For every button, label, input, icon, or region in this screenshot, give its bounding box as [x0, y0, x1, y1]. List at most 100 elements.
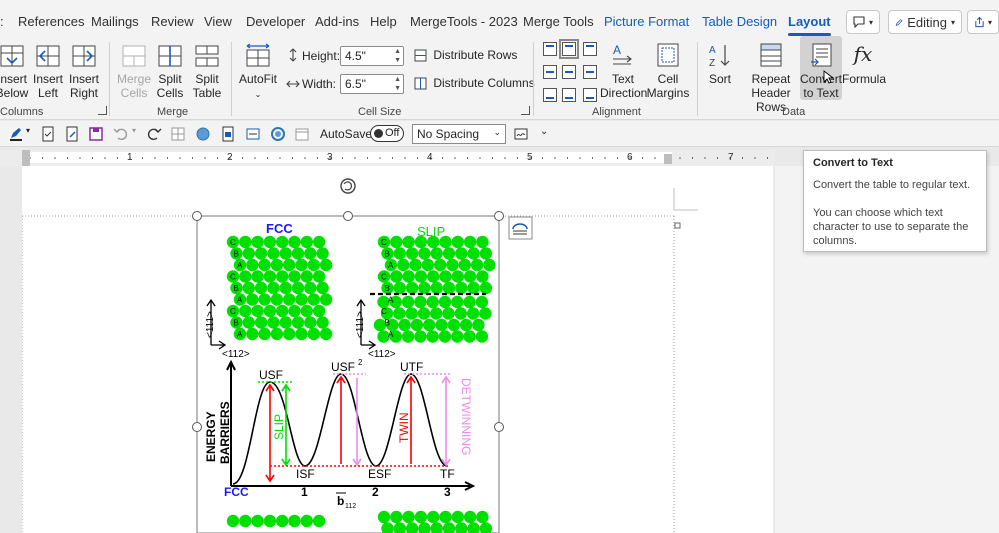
rotate-handle[interactable]	[340, 178, 356, 194]
fcc-atom	[319, 293, 333, 306]
share-button[interactable]: ▾	[967, 10, 999, 34]
insert-below-button[interactable]: Insert Below	[0, 44, 30, 100]
sort-button[interactable]: AZ Sort	[703, 42, 737, 86]
layout-options-button[interactable]	[508, 216, 533, 240]
align-cell-r2-c3[interactable]	[583, 65, 597, 79]
align-cell-r1-c1[interactable]	[543, 42, 557, 56]
fcc-atom	[239, 304, 252, 318]
save-icon[interactable]	[88, 126, 104, 142]
align-cell-r2-c2[interactable]	[562, 65, 576, 79]
slip-lower-atom	[463, 330, 476, 343]
document-edit-icon[interactable]	[64, 126, 80, 142]
comments-button[interactable]: ▾	[846, 10, 880, 34]
text-direction-button[interactable]: A Text Direction	[600, 42, 647, 100]
editing-mode-button[interactable]: Editing ▾	[888, 10, 962, 34]
fcc-atom	[270, 258, 284, 272]
bottom-right-atom	[467, 522, 480, 533]
tab-review[interactable]: Review	[151, 14, 194, 29]
resize-handle-top[interactable]	[343, 211, 353, 221]
calendar-icon[interactable]	[294, 126, 310, 142]
align-cell-r3-c2[interactable]	[562, 88, 576, 102]
customize-toolbar-icon[interactable]: ⌄	[540, 126, 548, 137]
fcc-atom	[295, 327, 308, 341]
right-indent-marker[interactable]	[664, 154, 672, 164]
tab-overflow[interactable]: :	[0, 14, 4, 29]
align-cell-r3-c1[interactable]	[543, 88, 557, 102]
tab-table-design[interactable]: Table Design	[702, 14, 777, 29]
ruler-mark-2: 2	[227, 152, 233, 163]
height-field[interactable]: 4.5" ▲ ▼	[340, 46, 404, 66]
insert-right-button[interactable]: Insert Right	[67, 44, 101, 100]
fcc-atom	[242, 281, 255, 295]
stack-letter: C	[381, 273, 387, 282]
bottom-right-atom	[381, 522, 394, 533]
distribute-rows-button[interactable]: Distribute Rows	[414, 48, 517, 62]
sort-az-icon: AZ	[709, 45, 730, 68]
columns-dialog-launcher[interactable]	[98, 106, 107, 115]
formula-button[interactable]: fx Formula	[842, 42, 886, 86]
chevron-down-icon[interactable]: ▾	[26, 126, 30, 135]
fcc-label: FCC	[266, 221, 293, 236]
align-cell-r2-c1[interactable]	[543, 65, 557, 79]
distribute-columns-button[interactable]: Distribute Columns	[414, 76, 535, 90]
width-spinner[interactable]: ▲ ▼	[394, 75, 401, 93]
tab-mergetools-2023[interactable]: MergeTools - 2023	[410, 14, 518, 29]
tab-layout[interactable]: Layout	[788, 14, 831, 36]
slip-lower-atom	[423, 318, 436, 332]
slip-lower-atom	[426, 295, 439, 309]
align-cell-r1-c2[interactable]	[559, 39, 579, 59]
split-table-button[interactable]: Split Table	[190, 44, 224, 100]
merge-cells-button[interactable]: Merge Cells	[116, 44, 152, 100]
cell-size-dialog-launcher[interactable]	[521, 106, 530, 115]
twin-vertical-label: TWIN	[397, 412, 411, 443]
tab-developer[interactable]: Developer	[246, 14, 305, 29]
undo-icon[interactable]	[113, 126, 129, 142]
ring-icon[interactable]	[270, 126, 286, 142]
fcc-atom	[288, 270, 301, 283]
document-image-icon[interactable]	[220, 126, 236, 142]
chevron-down-icon[interactable]: ▾	[132, 126, 136, 135]
width-field[interactable]: 6.5" ▲ ▼	[340, 74, 404, 94]
cell-margins-button[interactable]: Cell Margins	[646, 42, 690, 100]
tab-merge-tools[interactable]: Merge Tools	[523, 14, 594, 29]
ruler-mark-4: 4	[427, 152, 433, 163]
text-direction-icon: A	[613, 43, 632, 65]
indent-marker[interactable]	[22, 150, 30, 166]
signature-icon[interactable]	[513, 126, 529, 142]
fcc-atom	[263, 270, 277, 283]
document-check-icon[interactable]	[40, 126, 56, 142]
align-cell-r3-c3[interactable]	[583, 88, 597, 102]
style-dropdown[interactable]: No Spacing ⌄	[412, 124, 506, 144]
autosave-toggle[interactable]: Off	[370, 125, 404, 142]
repeat-header-rows-button[interactable]: Repeat Header Rows	[738, 42, 804, 114]
tab-help[interactable]: Help	[370, 14, 397, 29]
stack-letter: B	[385, 250, 390, 259]
document-page[interactable]: CBACBACBACBACBACBA FCC SLIP <111> <112> …	[22, 166, 773, 533]
resize-handle-top-left[interactable]	[192, 211, 202, 221]
insert-left-button[interactable]: Insert Left	[31, 44, 65, 100]
tab-mailings[interactable]: Mailings	[91, 14, 139, 29]
table-resize-handle[interactable]	[674, 222, 681, 229]
circle-shape-icon[interactable]	[195, 126, 211, 142]
align-cell-r1-c3[interactable]	[583, 42, 597, 56]
redo-icon[interactable]	[146, 126, 162, 142]
height-spinner[interactable]: ▲ ▼	[394, 47, 401, 65]
slip-upper-atom	[476, 235, 489, 249]
highlighter-pen-icon[interactable]	[8, 126, 24, 142]
convert-to-text-button[interactable]: Convert to Text	[800, 42, 842, 100]
slip-upper-atom	[430, 247, 443, 260]
autofit-button[interactable]: AutoFit ⌄	[238, 42, 278, 102]
tab-add-ins[interactable]: Add-ins	[315, 14, 359, 29]
table-grid-icon[interactable]	[170, 126, 186, 142]
tab-view[interactable]: View	[204, 14, 232, 29]
resize-handle-top-right[interactable]	[494, 211, 504, 221]
slip-upper-atom	[439, 270, 452, 283]
stack-letter: C	[381, 238, 387, 247]
resize-handle-right[interactable]	[494, 422, 504, 432]
split-cells-button[interactable]: Split Cells	[153, 44, 187, 100]
detwinning-label: DETWINNING	[459, 378, 473, 455]
tab-references[interactable]: References	[18, 14, 84, 29]
resize-handle-left[interactable]	[192, 422, 202, 432]
text-box-icon[interactable]	[245, 126, 261, 142]
tab-picture-format[interactable]: Picture Format	[604, 14, 689, 29]
